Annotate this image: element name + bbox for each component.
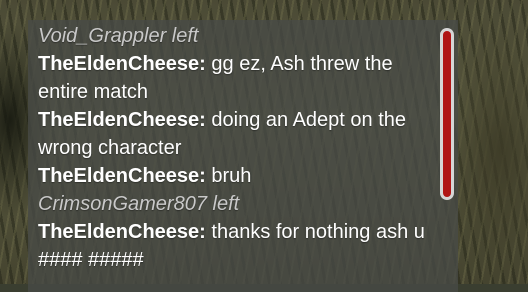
chat-message-text: bruh	[211, 165, 252, 187]
chat-scrollbar[interactable]	[440, 28, 454, 200]
system-message-left: CrimsonGamer807 left	[38, 193, 240, 215]
chat-scrollbar-thumb[interactable]	[443, 31, 451, 197]
chat-username: TheEldenCheese:	[38, 53, 206, 75]
chat-message: TheEldenCheese: bruh	[38, 162, 438, 190]
system-message-left: Void_Grappler left	[38, 25, 199, 47]
chat-message: TheEldenCheese: doing an Adept on the wr…	[38, 106, 438, 162]
chat-username: TheEldenCheese:	[38, 109, 206, 131]
chat-username: TheEldenCheese:	[38, 221, 206, 243]
chat-log: Void_Grappler left TheEldenCheese: gg ez…	[38, 22, 438, 274]
chat-username: TheEldenCheese:	[38, 165, 206, 187]
chat-message: TheEldenCheese: gg ez, Ash threw the ent…	[38, 50, 438, 106]
chat-message: TheEldenCheese: thanks for nothing ash u…	[38, 218, 438, 274]
